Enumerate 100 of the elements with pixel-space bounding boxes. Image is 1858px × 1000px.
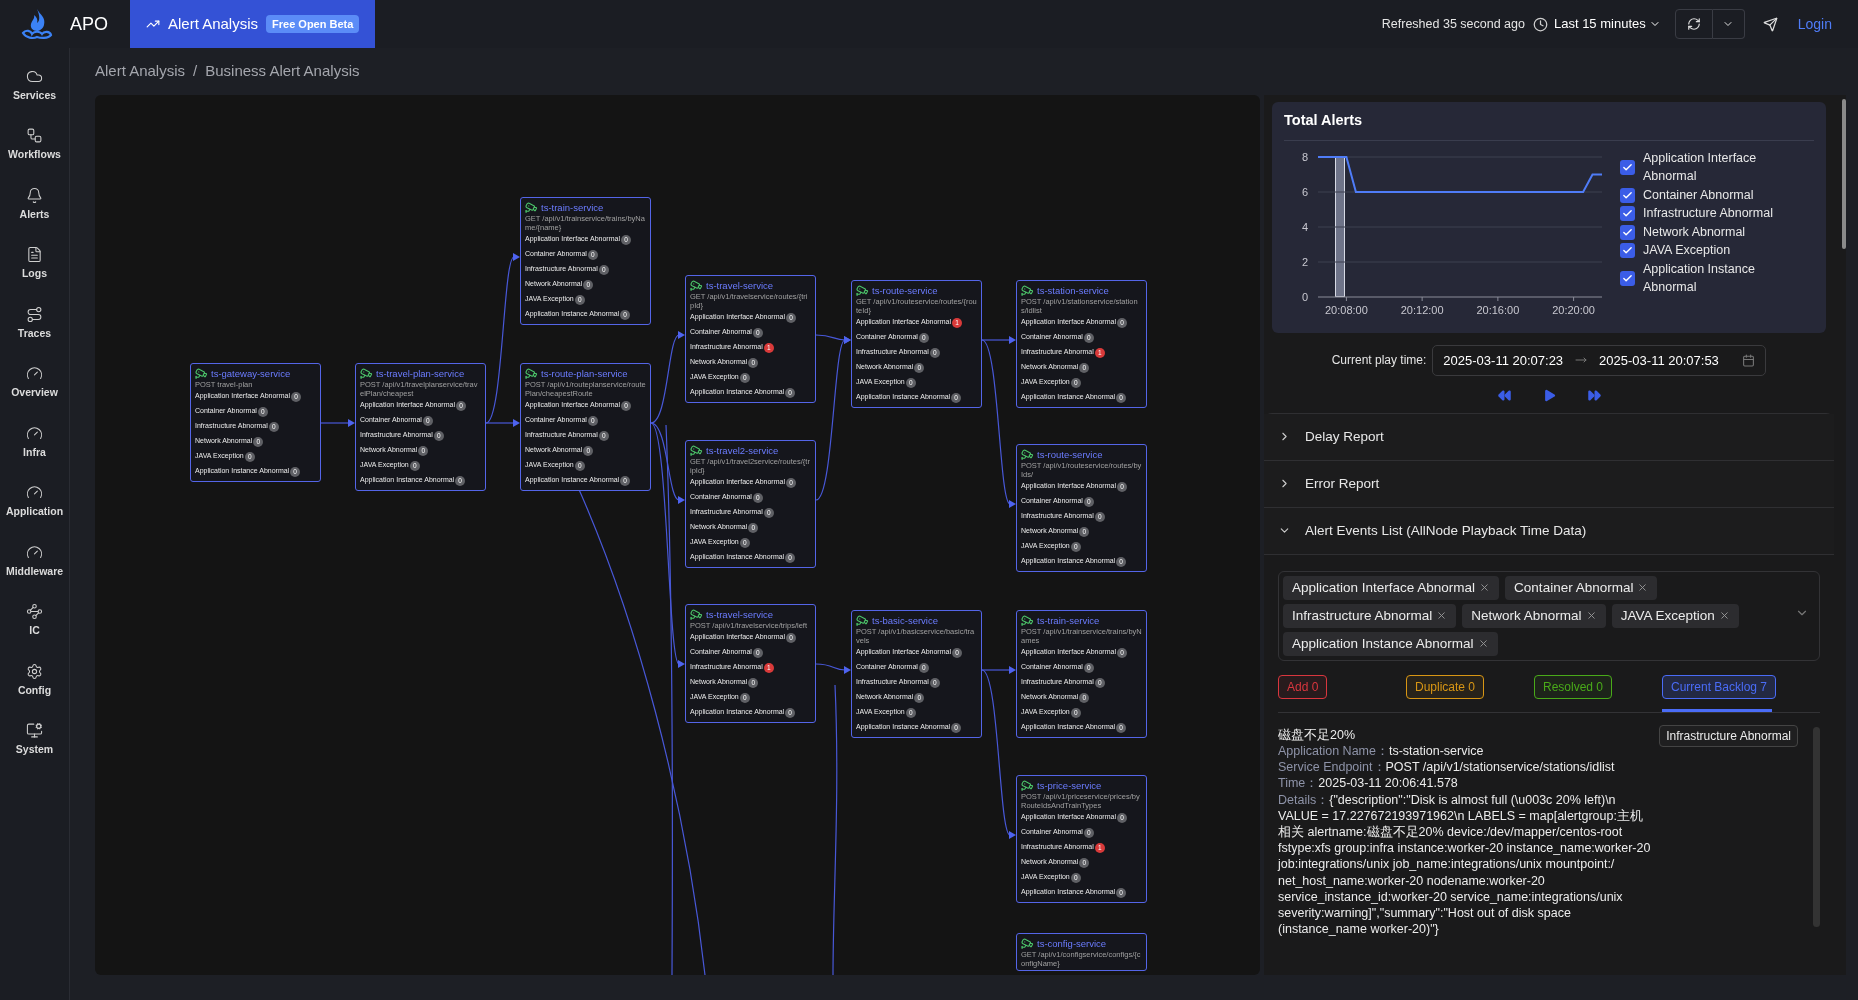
- legend-label: Network Abnormal: [1643, 223, 1747, 241]
- nav-icon: [26, 722, 43, 740]
- legend-label: Container Abnormal: [1643, 186, 1755, 204]
- camera-icon: [1021, 937, 1034, 950]
- camera-icon: [195, 367, 208, 380]
- scrollbar[interactable]: [1842, 99, 1846, 249]
- alert-type-select[interactable]: Application Interface Abnormal Container Abnormal Infrastructure Abnormal Network Abnormal JAVA Exception Application Instance Abnormal: [1278, 570, 1820, 661]
- service-name: ts-travel-service: [706, 608, 774, 621]
- breadcrumb-separator: /: [193, 61, 198, 82]
- y-tick-label: 4: [1301, 220, 1308, 233]
- tag-label: Container Abnormal: [1514, 578, 1634, 597]
- close-icon[interactable]: [1718, 610, 1730, 622]
- service-name: ts-train-service: [541, 201, 604, 214]
- nav-icon: [26, 662, 43, 680]
- sidebar-item[interactable]: Overview: [0, 353, 69, 413]
- nav-icon: [26, 246, 43, 264]
- sidebar-item[interactable]: Logs: [0, 234, 69, 294]
- start-time: 2025-03-11 20:07:23: [1443, 351, 1564, 370]
- y-tick-label: 8: [1301, 150, 1308, 163]
- service-name: ts-basic-service: [872, 614, 938, 627]
- sidebar-item[interactable]: Alerts: [0, 175, 69, 235]
- play-time-label: Current play time:: [1331, 352, 1427, 370]
- section-title: Error Report: [1305, 474, 1380, 493]
- sidebar-item[interactable]: Services: [0, 56, 69, 116]
- beta-badge: Free Open Beta: [266, 14, 360, 34]
- legend-label: Application Instance Abnormal: [1643, 260, 1756, 297]
- camera-icon: [856, 284, 869, 297]
- y-tick-label: 2: [1301, 255, 1308, 268]
- camera-icon: [1021, 448, 1034, 461]
- service-name: ts-route-service: [1037, 448, 1103, 461]
- breadcrumb-current: Business Alert Analysis: [205, 61, 360, 82]
- x-tick-label: 20:08:00: [1325, 303, 1368, 316]
- sidebar-item[interactable]: IC: [0, 591, 69, 651]
- x-tick-label: 20:20:00: [1552, 303, 1595, 316]
- refresh-button[interactable]: [1674, 9, 1713, 39]
- sidebar-item[interactable]: Traces: [0, 294, 69, 354]
- refresh-icon: [1686, 17, 1701, 31]
- event-tab[interactable]: Duplicate 0: [1406, 674, 1485, 699]
- close-icon[interactable]: [1477, 638, 1489, 650]
- service-name: ts-train-service: [1037, 614, 1100, 627]
- service-name: ts-config-service: [1037, 937, 1107, 950]
- alert-type-tag: Infrastructure Abnormal: [1659, 724, 1798, 747]
- sidebar-item[interactable]: Middleware: [0, 532, 69, 592]
- close-icon[interactable]: [1479, 582, 1491, 594]
- legend-label: Application Interface Abnormal: [1643, 149, 1758, 186]
- close-icon[interactable]: [1585, 610, 1597, 622]
- rewind-icon[interactable]: [1496, 387, 1512, 403]
- section-title: Delay Report: [1305, 427, 1384, 446]
- legend-checkbox[interactable]: [1620, 206, 1635, 221]
- end-time: 2025-03-11 20:07:53: [1599, 351, 1719, 370]
- close-icon[interactable]: [1637, 582, 1649, 594]
- tag-label: Network Abnormal: [1471, 606, 1582, 625]
- nav-icon: [26, 186, 43, 204]
- sidebar-item[interactable]: Application: [0, 472, 69, 532]
- active-nav-tab[interactable]: Alert Analysis Free Open Beta: [130, 0, 376, 48]
- legend-checkbox[interactable]: [1620, 187, 1635, 203]
- section-title: Alert Events List (AllNode Playback Time Data): [1305, 521, 1587, 540]
- tab-label: Alert Analysis: [168, 13, 259, 34]
- camera-icon: [690, 608, 703, 621]
- send-icon[interactable]: [1762, 16, 1778, 32]
- breadcrumb-link[interactable]: Alert Analysis: [95, 60, 186, 83]
- check-icon: [1622, 208, 1633, 219]
- event-field: Application Name：ts-station-service: [1278, 742, 1652, 760]
- close-icon[interactable]: [1436, 610, 1448, 622]
- check-icon: [1622, 226, 1633, 238]
- y-tick-label: 0: [1301, 290, 1308, 303]
- sidebar-item[interactable]: Infra: [0, 413, 69, 473]
- date-range-field[interactable]: 2025-03-11 20:07:23 2025-03-11 20:07:53: [1432, 344, 1767, 376]
- legend-checkbox[interactable]: [1620, 270, 1635, 286]
- service-name: ts-route-service: [872, 284, 938, 297]
- event-tab[interactable]: Add 0: [1278, 674, 1328, 699]
- sidebar-item[interactable]: Workflows: [0, 115, 69, 175]
- service-name: ts-travel-plan-service: [376, 367, 465, 380]
- legend-label: JAVA Exception: [1643, 242, 1732, 260]
- app-name: APO: [70, 12, 108, 36]
- accordion-header[interactable]: Delay Report: [1264, 413, 1834, 461]
- nav-icon: [26, 127, 43, 145]
- legend-checkbox[interactable]: [1620, 224, 1635, 240]
- service-name: ts-price-service: [1037, 779, 1102, 792]
- sidebar-item[interactable]: Config: [0, 651, 69, 711]
- camera-icon: [360, 367, 373, 380]
- nav-icon: [26, 603, 43, 621]
- scrollbar[interactable]: [1813, 726, 1820, 927]
- y-tick-label: 6: [1301, 185, 1308, 198]
- sidebar-item[interactable]: System: [0, 710, 69, 770]
- x-tick-label: 20:16:00: [1476, 303, 1520, 316]
- event-field: Time：2025-03-11 20:06:41.578: [1278, 775, 1652, 792]
- check-icon: [1622, 245, 1633, 256]
- camera-icon: [1021, 614, 1034, 627]
- legend-checkbox[interactable]: [1620, 243, 1635, 258]
- event-tab[interactable]: Resolved 0: [1534, 674, 1613, 699]
- check-icon: [1622, 272, 1633, 284]
- legend-checkbox[interactable]: [1620, 159, 1635, 175]
- camera-icon: [1021, 284, 1034, 297]
- time-range-dropdown[interactable]: Last 15 minutes: [1553, 14, 1661, 34]
- event-field: Details：{"description":"Disk is almost full (\u003c 20% left)\n VALUE = 17.227672193971962\n LABELS = map[alertgroup:主机相关 alertname:磁盘不足20% device:/dev/mapper/centos-root fstype:xfs group:infra instance:worker-20 instance_name:worker-20 job:integrations/unix job_name:integrations/unix mountpoint:/ net_host_name:worker-20 nodename:worker-20 service_instance_id:worker-20 service_name:integrations/unix severity:warning]","summary":"Host out of disk space (instance_name worker-20)"}: [1278, 791, 1652, 938]
- event-field: Service Endpoint：POST /api/v1/stationservice/stations/idlist: [1278, 759, 1652, 776]
- fast-forward-icon[interactable]: [1586, 387, 1602, 403]
- service-name: ts-route-plan-service: [541, 367, 628, 380]
- login-link[interactable]: Login: [1797, 13, 1832, 35]
